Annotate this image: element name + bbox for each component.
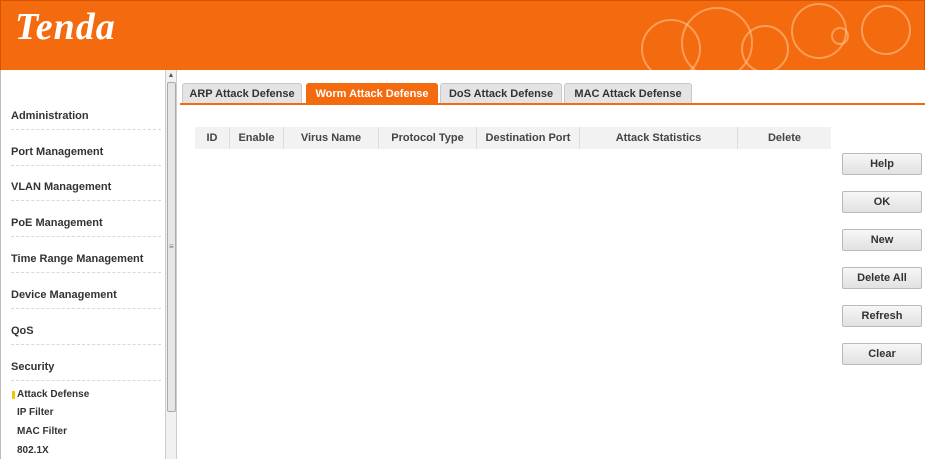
header-banner: Tenda bbox=[0, 0, 925, 70]
sidebar-item-security[interactable]: Security bbox=[11, 361, 161, 381]
grip-icon: ≡ bbox=[169, 242, 174, 251]
sidebar-item-administration[interactable]: Administration bbox=[11, 110, 161, 130]
delete-all-button[interactable]: Delete All bbox=[842, 267, 922, 289]
tab-dos-attack-defense[interactable]: DoS Attack Defense bbox=[440, 83, 562, 103]
sidebar-scrollbar[interactable]: ▲ ≡ bbox=[165, 70, 177, 459]
column-header-protocol-type: Protocol Type bbox=[379, 127, 477, 149]
tab-arp-attack-defense[interactable]: ARP Attack Defense bbox=[182, 83, 302, 103]
column-header-virus-name: Virus Name bbox=[284, 127, 379, 149]
sidebar-item-qos[interactable]: QoS bbox=[11, 325, 161, 345]
sidebar-item-vlan-management[interactable]: VLAN Management bbox=[11, 181, 161, 201]
sidebar-subitem-802-1x[interactable]: 802.1X bbox=[17, 445, 49, 456]
tab-mac-attack-defense[interactable]: MAC Attack Defense bbox=[564, 83, 692, 103]
tenda-logo: Tenda bbox=[15, 6, 116, 48]
tab-bar: ARP Attack Defense Worm Attack Defense D… bbox=[180, 83, 925, 105]
sidebar-item-poe-management[interactable]: PoE Management bbox=[11, 217, 161, 237]
column-header-delete: Delete bbox=[738, 127, 831, 149]
sidebar-item-port-management[interactable]: Port Management bbox=[11, 146, 161, 166]
ok-button[interactable]: OK bbox=[842, 191, 922, 213]
column-header-destination-port: Destination Port bbox=[477, 127, 580, 149]
decorative-ring bbox=[831, 27, 849, 45]
clear-button[interactable]: Clear bbox=[842, 343, 922, 365]
decorative-ring bbox=[741, 25, 789, 70]
column-header-id: ID bbox=[195, 127, 230, 149]
column-header-attack-statistics: Attack Statistics bbox=[580, 127, 738, 149]
refresh-button[interactable]: Refresh bbox=[842, 305, 922, 327]
sidebar-subitem-attack-defense[interactable]: Attack Defense bbox=[11, 389, 89, 400]
scroll-up-arrow-icon[interactable]: ▲ bbox=[166, 70, 176, 82]
new-button[interactable]: New bbox=[842, 229, 922, 251]
column-header-enable: Enable bbox=[230, 127, 284, 149]
decorative-ring bbox=[861, 5, 911, 55]
worm-defense-table-header: ID Enable Virus Name Protocol Type Desti… bbox=[195, 127, 831, 149]
scrollbar-thumb[interactable]: ≡ bbox=[167, 82, 176, 412]
sidebar-item-time-range-management[interactable]: Time Range Management bbox=[11, 253, 161, 273]
sidebar-item-device-management[interactable]: Device Management bbox=[11, 289, 161, 309]
sidebar-subitem-mac-filter[interactable]: MAC Filter bbox=[17, 426, 67, 437]
tab-worm-attack-defense[interactable]: Worm Attack Defense bbox=[306, 83, 438, 103]
sidebar-subitem-ip-filter[interactable]: IP Filter bbox=[17, 407, 54, 418]
help-button[interactable]: Help bbox=[842, 153, 922, 175]
sidebar-menu: Administration Port Management VLAN Mana… bbox=[0, 70, 165, 459]
